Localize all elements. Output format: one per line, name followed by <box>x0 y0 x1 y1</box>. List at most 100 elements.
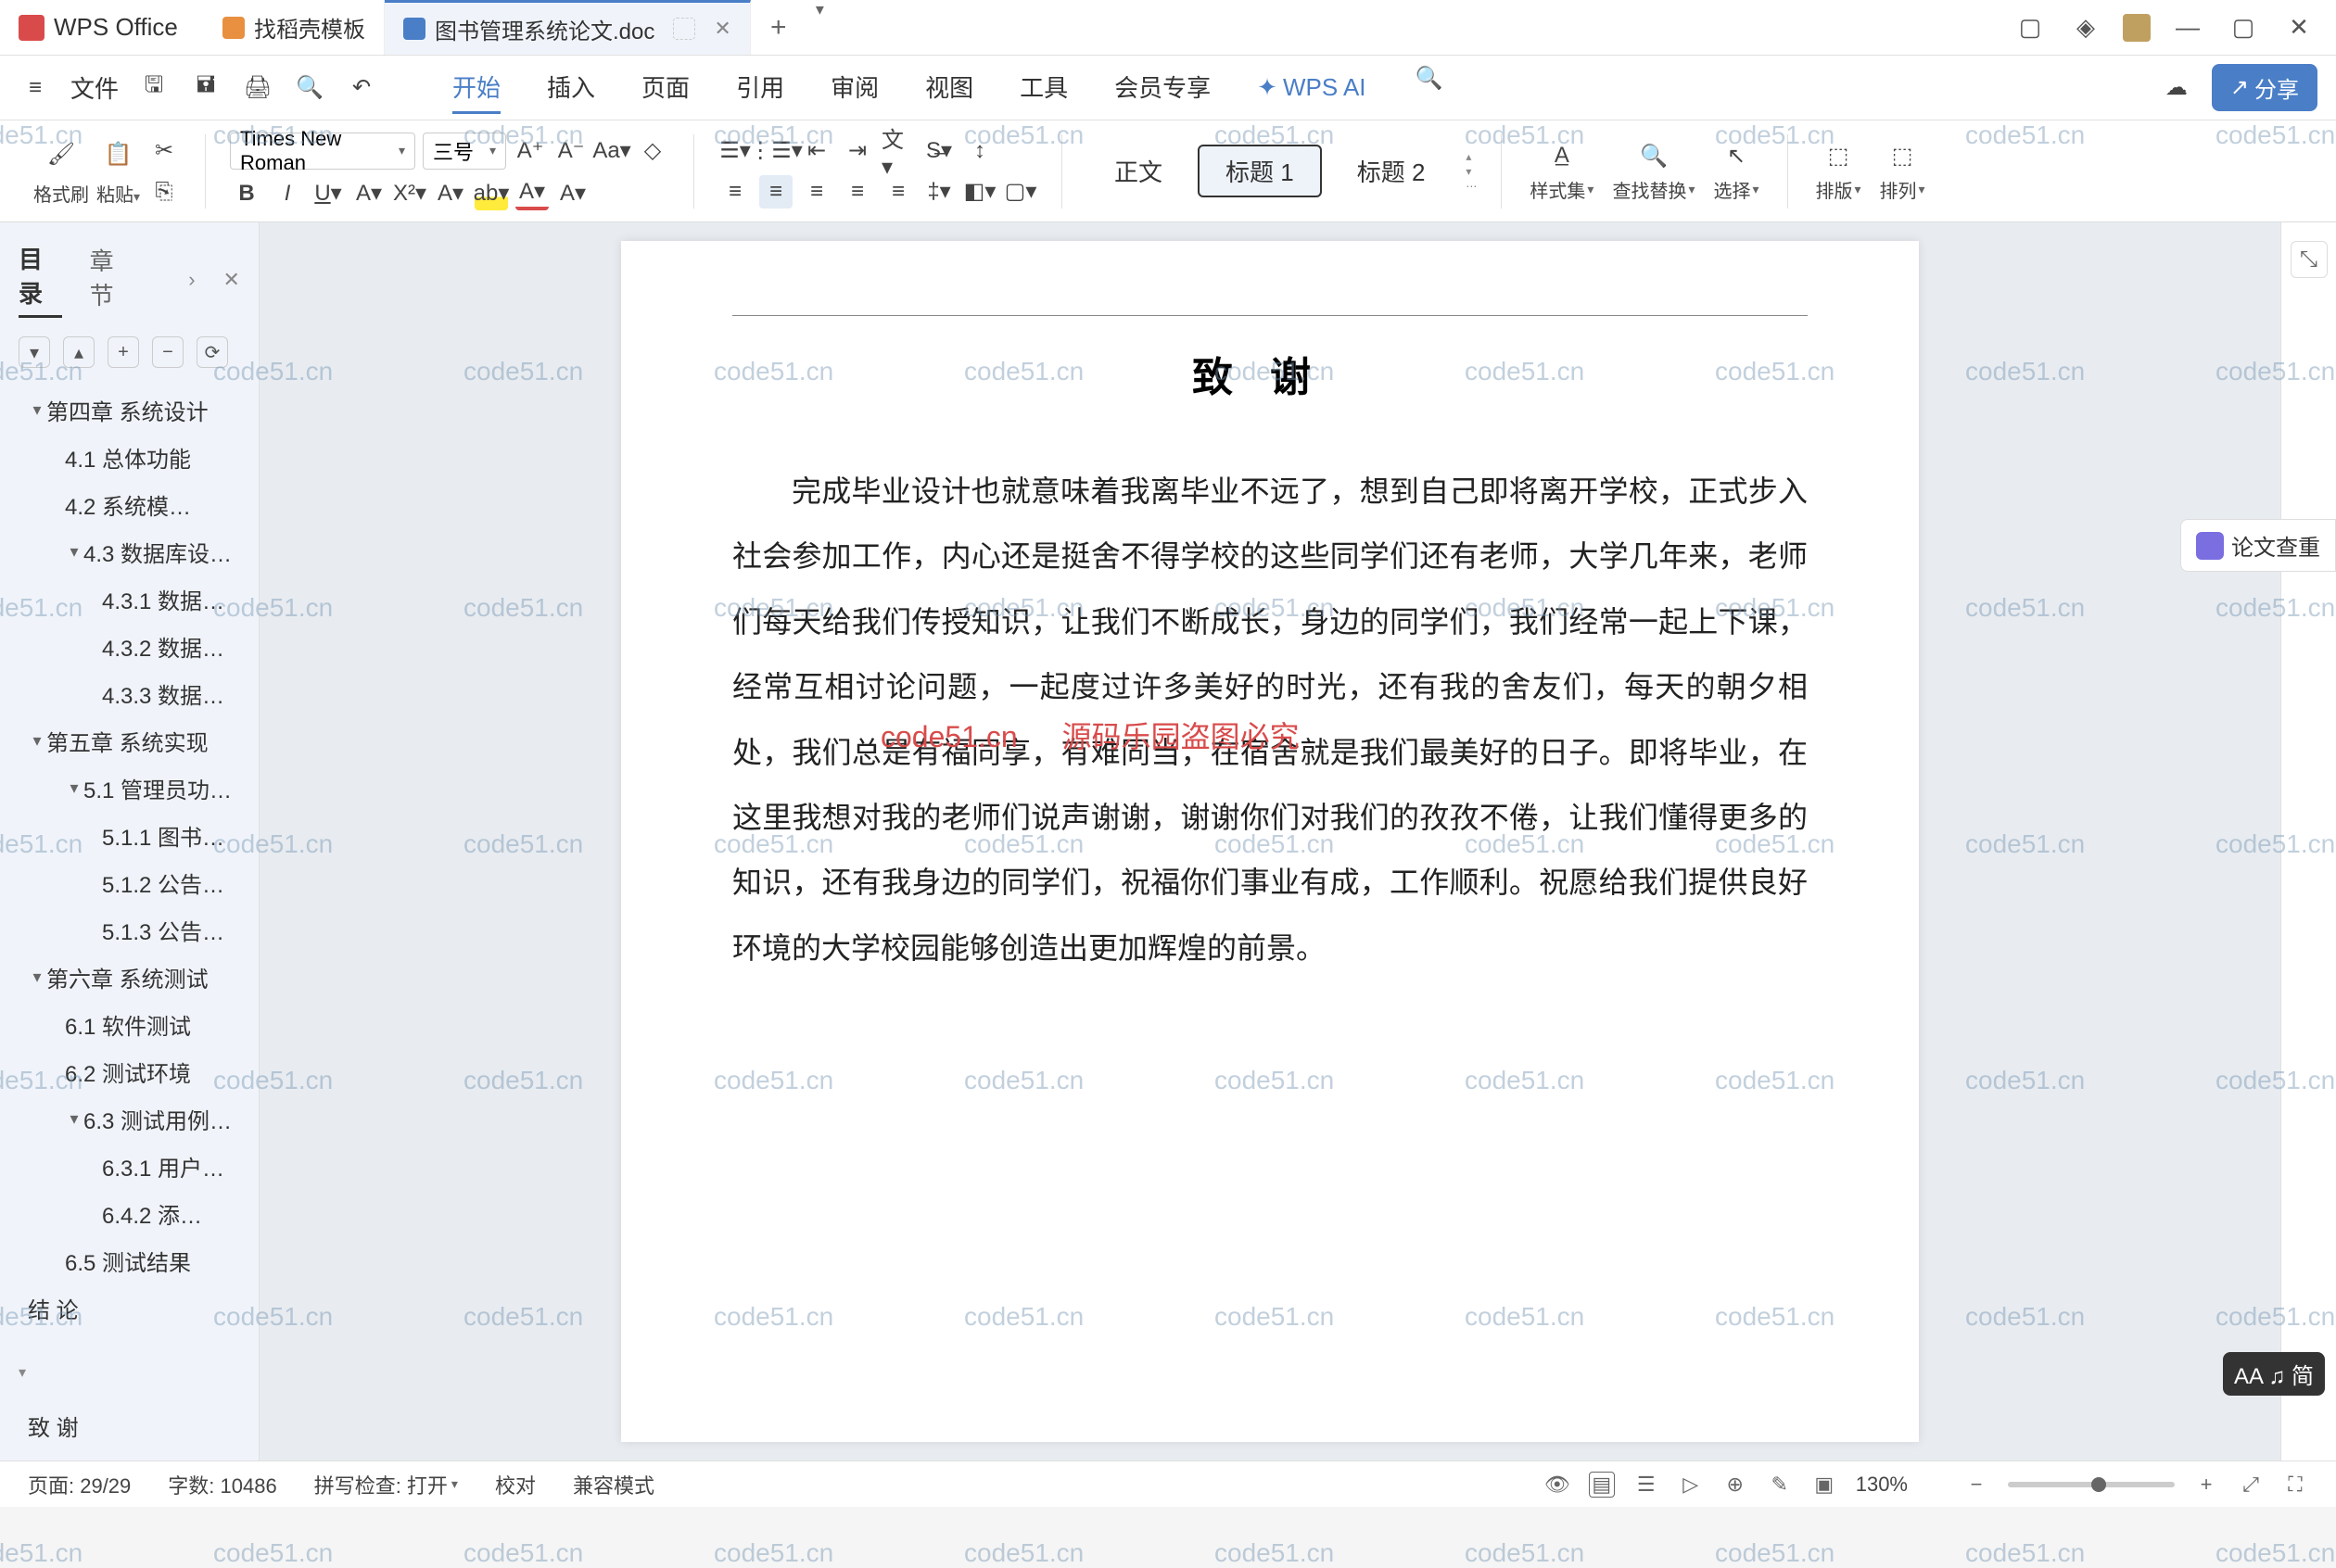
decrease-font-icon[interactable]: A⁻ <box>554 134 588 168</box>
focus-icon[interactable]: ▣ <box>1811 1472 1837 1498</box>
chevron-down-icon[interactable]: ▾ <box>65 778 83 798</box>
status-words[interactable]: 字数: 10486 <box>168 1470 276 1499</box>
minimize-button[interactable]: — <box>2169 9 2206 46</box>
maximize-button[interactable]: ▢ <box>2225 9 2262 46</box>
outline-item[interactable]: 4.2 系统模… <box>9 481 249 528</box>
style-h1[interactable]: 标题 1 <box>1198 145 1322 197</box>
zoom-value[interactable]: 130% <box>1856 1473 1908 1497</box>
print-icon[interactable]: 🖨 <box>241 71 274 105</box>
order-button[interactable]: ⬚ 排列▾ <box>1880 139 1925 203</box>
menu-tab-home[interactable]: 开始 <box>452 62 501 114</box>
style-expand-icon[interactable]: ⋯ <box>1466 180 1477 193</box>
decrease-indent-icon[interactable]: ⇤ <box>800 134 833 168</box>
menu-icon[interactable]: ≡ <box>19 71 52 105</box>
sidebar-tab-chapter[interactable]: 章节 <box>90 243 133 317</box>
chevron-down-icon[interactable]: ▾ <box>28 400 46 420</box>
save-as-icon[interactable]: 🖬 <box>189 71 222 105</box>
outline-item[interactable]: 5.1.1 图书… <box>9 812 249 859</box>
select-button[interactable]: ↖ 选择▾ <box>1713 139 1758 203</box>
superscript-icon[interactable]: X²▾ <box>393 177 426 210</box>
outline-item[interactable]: 5.1.2 公告… <box>9 859 249 906</box>
highlight-icon[interactable]: ab▾ <box>475 177 508 210</box>
chevron-down-icon[interactable]: ▾ <box>65 1109 83 1129</box>
tab-close-icon[interactable]: ✕ <box>714 17 730 41</box>
outline-add-icon[interactable]: + <box>108 336 139 368</box>
status-proof[interactable]: 校对 <box>495 1470 536 1499</box>
shading-icon[interactable]: A▾ <box>556 177 590 210</box>
style-body[interactable]: 正文 <box>1086 145 1190 197</box>
share-button[interactable]: ↗ 分享 <box>2212 64 2317 111</box>
strikethrough-icon[interactable]: S̶▾ <box>922 134 956 168</box>
search-icon[interactable]: 🔍 <box>1413 62 1446 95</box>
print-preview-icon[interactable]: 🔍 <box>293 71 326 105</box>
style-set-button[interactable]: A̲ 样式集▾ <box>1530 139 1593 203</box>
outline-item[interactable]: 6.1 软件测试 <box>9 1001 249 1048</box>
outline-item[interactable]: 6.5 测试结果 <box>9 1237 249 1284</box>
bold-icon[interactable]: B <box>230 177 263 210</box>
outline-item[interactable]: 结 论 <box>9 1284 249 1332</box>
menu-tab-tools[interactable]: 工具 <box>1020 62 1068 114</box>
sidebar-tab-toc[interactable]: 目录 <box>19 241 62 318</box>
menu-tab-review[interactable]: 审阅 <box>831 62 879 114</box>
menu-tab-view[interactable]: 视图 <box>925 62 973 114</box>
eye-icon[interactable]: 👁 <box>1544 1472 1570 1498</box>
tab-window-icon[interactable] <box>673 18 695 40</box>
undo-icon[interactable]: ↶ <box>345 71 378 105</box>
style-up-icon[interactable]: ▴ <box>1466 150 1477 163</box>
save-icon[interactable]: 🖫 <box>137 71 171 105</box>
outline-item[interactable]: ▾4.3 数据库设… <box>9 528 249 575</box>
menu-tab-insert[interactable]: 插入 <box>547 62 595 114</box>
outline-item[interactable]: ▾5.1 管理员功… <box>9 765 249 812</box>
change-case-icon[interactable]: Aa▾ <box>595 134 628 168</box>
find-replace-button[interactable]: 🔍 查找替换▾ <box>1612 139 1695 203</box>
sort-icon[interactable]: ↕ <box>963 134 997 168</box>
tab-template[interactable]: 找稻壳模板 <box>204 0 385 55</box>
sidebar-close-icon[interactable]: ✕ <box>223 268 240 292</box>
outline-item[interactable]: 6.2 测试环境 <box>9 1048 249 1095</box>
paper-check-button[interactable]: 论文查重 <box>2180 519 2336 572</box>
new-tab-menu[interactable]: ▾ <box>806 0 833 55</box>
outline-refresh-icon[interactable]: ⟳ <box>197 336 228 368</box>
menu-wps-ai[interactable]: ✦ WPS AI <box>1257 62 1365 114</box>
outline-item[interactable]: 4.3.3 数据… <box>9 670 249 717</box>
user-avatar[interactable] <box>2123 14 2151 42</box>
outline-item[interactable]: ▾第四章 系统设计 <box>9 386 249 434</box>
zoom-slider[interactable] <box>2008 1482 2175 1487</box>
outline-expand-icon[interactable]: ▴ <box>63 336 95 368</box>
increase-font-icon[interactable]: A⁺ <box>514 134 547 168</box>
text-direction-icon[interactable]: 文▾ <box>882 134 915 168</box>
app-logo[interactable]: WPS Office <box>0 13 204 42</box>
style-down-icon[interactable]: ▾ <box>1466 165 1477 178</box>
chevron-down-icon[interactable]: ▾ <box>28 967 46 987</box>
fit-width-icon[interactable]: ⤢ <box>2238 1472 2264 1498</box>
file-menu[interactable]: 文件 <box>70 63 119 112</box>
outline-item[interactable]: 6.3.1 用户… <box>9 1143 249 1190</box>
paste-button[interactable]: 📋 粘贴▾ <box>96 135 140 207</box>
align-right-icon[interactable]: ≡ <box>800 175 833 209</box>
play-icon[interactable]: ▷ <box>1678 1472 1704 1498</box>
underline-icon[interactable]: U▾ <box>311 177 345 210</box>
outline-item[interactable]: ▾第六章 系统测试 <box>9 954 249 1001</box>
menu-tab-member[interactable]: 会员专享 <box>1114 62 1211 114</box>
italic-icon[interactable]: I <box>271 177 304 210</box>
font-family-select[interactable]: Times New Roman▾ <box>230 133 415 170</box>
font-setting-icon[interactable]: A▾ <box>352 177 386 210</box>
outline-item[interactable]: ▾第五章 系统实现 <box>9 717 249 765</box>
font-size-select[interactable]: 三号▾ <box>423 133 506 170</box>
clear-format-icon[interactable]: ◇ <box>636 134 669 168</box>
chevron-down-icon[interactable]: ▾ <box>28 731 46 751</box>
outline-item[interactable]: 4.1 总体功能 <box>9 434 249 481</box>
chevron-down-icon[interactable]: ▾ <box>65 542 83 562</box>
format-brush[interactable]: 🖌 格式刷 <box>33 135 89 207</box>
zoom-out-icon[interactable]: − <box>1963 1472 1989 1498</box>
align-center-icon[interactable]: ≡ <box>759 175 793 209</box>
align-distribute-icon[interactable]: ≡ <box>882 175 915 209</box>
increase-indent-icon[interactable]: ⇥ <box>841 134 874 168</box>
fullscreen-icon[interactable]: ⛶ <box>2282 1472 2308 1498</box>
menu-tab-page[interactable]: 页面 <box>641 62 690 114</box>
outline-collapse-icon[interactable]: ▾ <box>19 336 50 368</box>
reading-mode-float[interactable]: AA ♫ 简 <box>2223 1352 2325 1396</box>
number-list-icon[interactable]: ⋮☰▾ <box>759 134 793 168</box>
document-canvas[interactable]: 致谢 完成毕业设计也就意味着我离毕业不远了，想到自己即将离开学校，正式步入社会参… <box>260 222 2280 1461</box>
bullet-list-icon[interactable]: ☰▾ <box>718 134 752 168</box>
